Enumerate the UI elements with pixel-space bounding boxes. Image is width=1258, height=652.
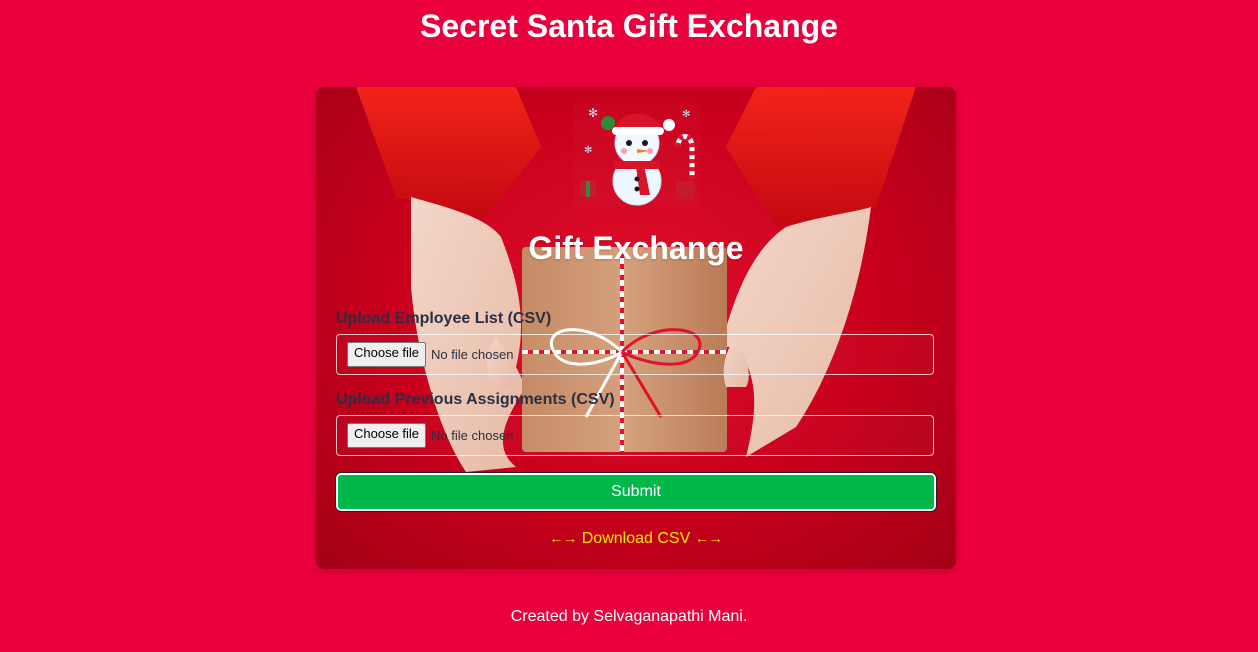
- svg-text:✻: ✻: [682, 109, 690, 120]
- download-csv-link[interactable]: ←→ Download CSV ←→: [316, 530, 956, 548]
- employee-file-input[interactable]: Choose file No file chosen: [336, 334, 934, 375]
- employee-file-status: No file chosen: [431, 347, 514, 362]
- previous-choose-file-button[interactable]: Choose file: [347, 423, 427, 448]
- left-arrows-icon: ←→: [549, 530, 578, 546]
- previous-upload-label: Upload Previous Assignments (CSV): [336, 391, 615, 408]
- footer-credit: Created by Selvaganapathi Mani.: [510, 608, 748, 625]
- svg-text:✻: ✻: [584, 145, 592, 156]
- svg-text:✻: ✻: [588, 106, 598, 120]
- snowman-icon: ✻ ✻ ✻: [580, 106, 695, 206]
- gift-exchange-card: ✻ ✻ ✻ Gift Exchange Upload Employee List…: [316, 87, 956, 569]
- submit-button[interactable]: Submit: [335, 472, 937, 512]
- employee-upload-label: Upload Employee List (CSV): [336, 310, 552, 327]
- previous-file-input[interactable]: Choose file No file chosen: [336, 415, 934, 456]
- card-heading: Gift Exchange: [528, 230, 744, 266]
- download-csv-label[interactable]: Download CSV: [582, 530, 691, 547]
- employee-choose-file-button[interactable]: Choose file: [347, 342, 427, 367]
- previous-file-status: No file chosen: [431, 428, 514, 443]
- page-title: Secret Santa Gift Exchange: [420, 8, 838, 44]
- right-arrows-icon: ←→: [694, 530, 723, 546]
